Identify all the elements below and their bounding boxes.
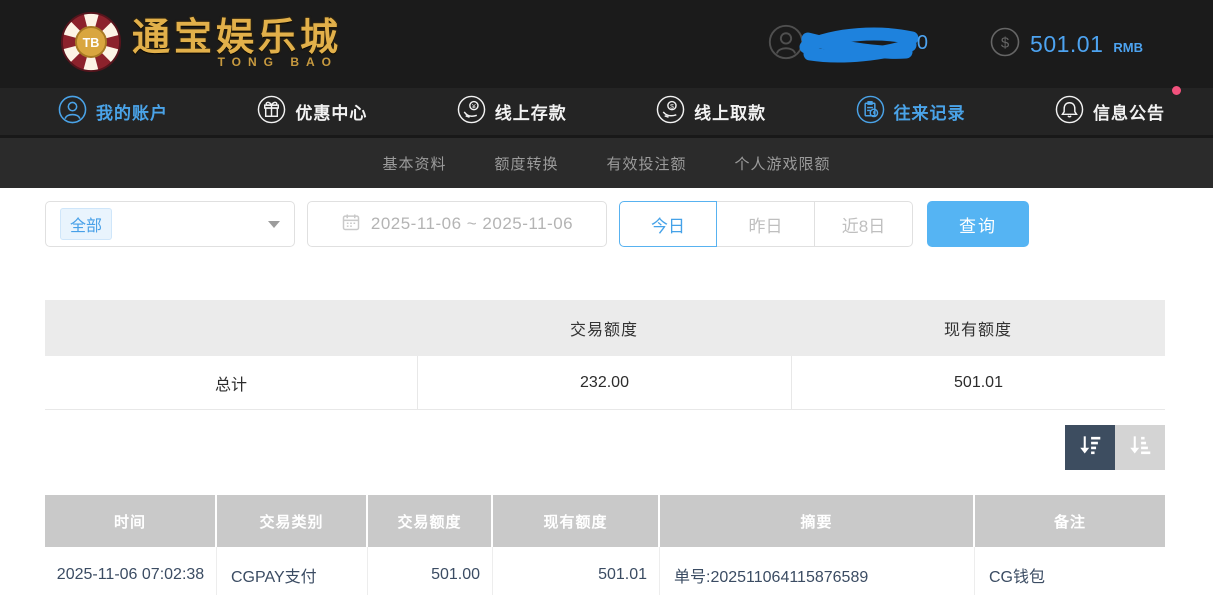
notification-badge-dot (1172, 86, 1181, 95)
balance-amount: 501.01 (1030, 31, 1103, 58)
deposit-icon: ¥ (457, 95, 486, 129)
col-header-summary: 摘要 (660, 495, 975, 547)
dollar-circle-icon: $ (990, 27, 1020, 62)
filter-row: 全部 2025-11-06 ~ 2025-11-06 (45, 201, 1168, 247)
chevron-down-icon (268, 221, 280, 228)
nav-item-transaction-records[interactable]: 往来记录 (856, 95, 966, 129)
withdraw-icon: $ (656, 95, 685, 129)
gift-icon (257, 95, 286, 129)
bell-icon (1055, 95, 1084, 129)
table-row: 2025-11-06 07:02:38 CGPAY支付 501.00 501.0… (45, 547, 1165, 595)
sub-nav: 基本资料 额度转换 有效投注额 个人游戏限额 (0, 135, 1213, 188)
tab-valid-bets[interactable]: 有效投注额 (607, 153, 687, 174)
summary-header-transaction-amount: 交易额度 (417, 300, 791, 356)
records-icon (856, 95, 885, 129)
summary-header-row: 交易额度 现有额度 (45, 300, 1165, 356)
table-header-row: 时间 交易类别 交易额度 现有额度 摘要 备注 (45, 495, 1165, 547)
summary-transaction-value: 232.00 (417, 356, 791, 409)
site-subtitle: TONG BAO (132, 55, 342, 69)
col-header-transaction-amount: 交易额度 (368, 495, 493, 547)
cell-summary: 单号:202511064115876589 (660, 547, 975, 595)
nav-item-withdraw[interactable]: $ 线上取款 (656, 95, 766, 129)
yesterday-button[interactable]: 昨日 (717, 201, 815, 247)
top-header: TB 通宝娱乐城 TONG BAO (0, 0, 1213, 88)
nav-item-deposit[interactable]: ¥ 线上存款 (457, 95, 567, 129)
logo-text: 通宝娱乐城 TONG BAO (132, 19, 342, 69)
nav-item-my-account[interactable]: 我的账户 (58, 95, 168, 129)
sort-controls (45, 425, 1165, 470)
last-8-days-button[interactable]: 近8日 (815, 201, 913, 247)
content: 全部 2025-11-06 ~ 2025-11-06 (0, 201, 1213, 595)
main-nav: 我的账户 优惠中心 ¥ (0, 88, 1213, 135)
cell-current-amount: 501.01 (493, 547, 660, 595)
tab-credit-transfer[interactable]: 额度转换 (494, 153, 558, 174)
tab-basic-info[interactable]: 基本资料 (382, 153, 446, 174)
username-redaction-scribble: 0 (798, 23, 920, 65)
cell-transaction-type: CGPAY支付 (217, 547, 368, 595)
cell-transaction-amount: 501.00 (368, 547, 493, 595)
cell-remarks: CG钱包 (975, 547, 1165, 595)
cell-time: 2025-11-06 07:02:38 (45, 547, 217, 595)
summary-table: 交易额度 现有额度 总计 232.00 501.01 (45, 300, 1165, 410)
user-icon (58, 95, 87, 129)
summary-total-row: 总计 232.00 501.01 (45, 356, 1165, 410)
sort-ascending-button[interactable] (1115, 425, 1165, 470)
sort-descending-button[interactable] (1065, 425, 1115, 470)
selected-type-chip: 全部 (60, 208, 112, 240)
nav-item-promotions[interactable]: 优惠中心 (257, 95, 367, 129)
balance-currency: RMB (1113, 40, 1143, 55)
site-logo[interactable]: TB 通宝娱乐城 TONG BAO (60, 11, 342, 78)
casino-chip-icon: TB (60, 11, 122, 78)
page: TB 通宝娱乐城 TONG BAO (0, 0, 1213, 595)
sort-descending-icon (1077, 432, 1103, 463)
summary-current-value: 501.01 (791, 356, 1165, 409)
col-header-remarks: 备注 (975, 495, 1165, 547)
col-header-transaction-type: 交易类别 (217, 495, 368, 547)
balance-display: $ 501.01 RMB (990, 27, 1143, 62)
date-range-value: 2025-11-06 ~ 2025-11-06 (371, 214, 573, 234)
nav-item-announcements[interactable]: 信息公告 (1055, 95, 1165, 129)
svg-text:$: $ (1001, 34, 1010, 51)
svg-text:¥: ¥ (472, 103, 476, 110)
today-button[interactable]: 今日 (619, 201, 717, 247)
transactions-table: 时间 交易类别 交易额度 现有额度 摘要 备注 2025-11-06 07:02… (45, 495, 1165, 595)
site-title: 通宝娱乐城 (132, 19, 342, 59)
svg-text:TB: TB (83, 35, 100, 49)
username-display[interactable]: 0 (768, 23, 920, 65)
summary-total-label: 总计 (45, 356, 417, 409)
col-header-current-amount: 现有额度 (493, 495, 660, 547)
tab-personal-game-limits[interactable]: 个人游戏限额 (735, 153, 831, 174)
col-header-time: 时间 (45, 495, 217, 547)
summary-header-current-amount: 现有额度 (791, 300, 1165, 356)
transaction-type-select[interactable]: 全部 (45, 201, 295, 247)
quick-date-button-group: 今日 昨日 近8日 (619, 201, 913, 247)
query-button[interactable]: 查询 (927, 201, 1029, 247)
date-range-input[interactable]: 2025-11-06 ~ 2025-11-06 (307, 201, 607, 247)
calendar-icon (341, 212, 361, 237)
sort-ascending-icon (1127, 432, 1153, 463)
summary-header-empty (45, 300, 417, 356)
svg-text:$: $ (670, 103, 674, 110)
username-visible-tail: 0 (917, 32, 928, 55)
